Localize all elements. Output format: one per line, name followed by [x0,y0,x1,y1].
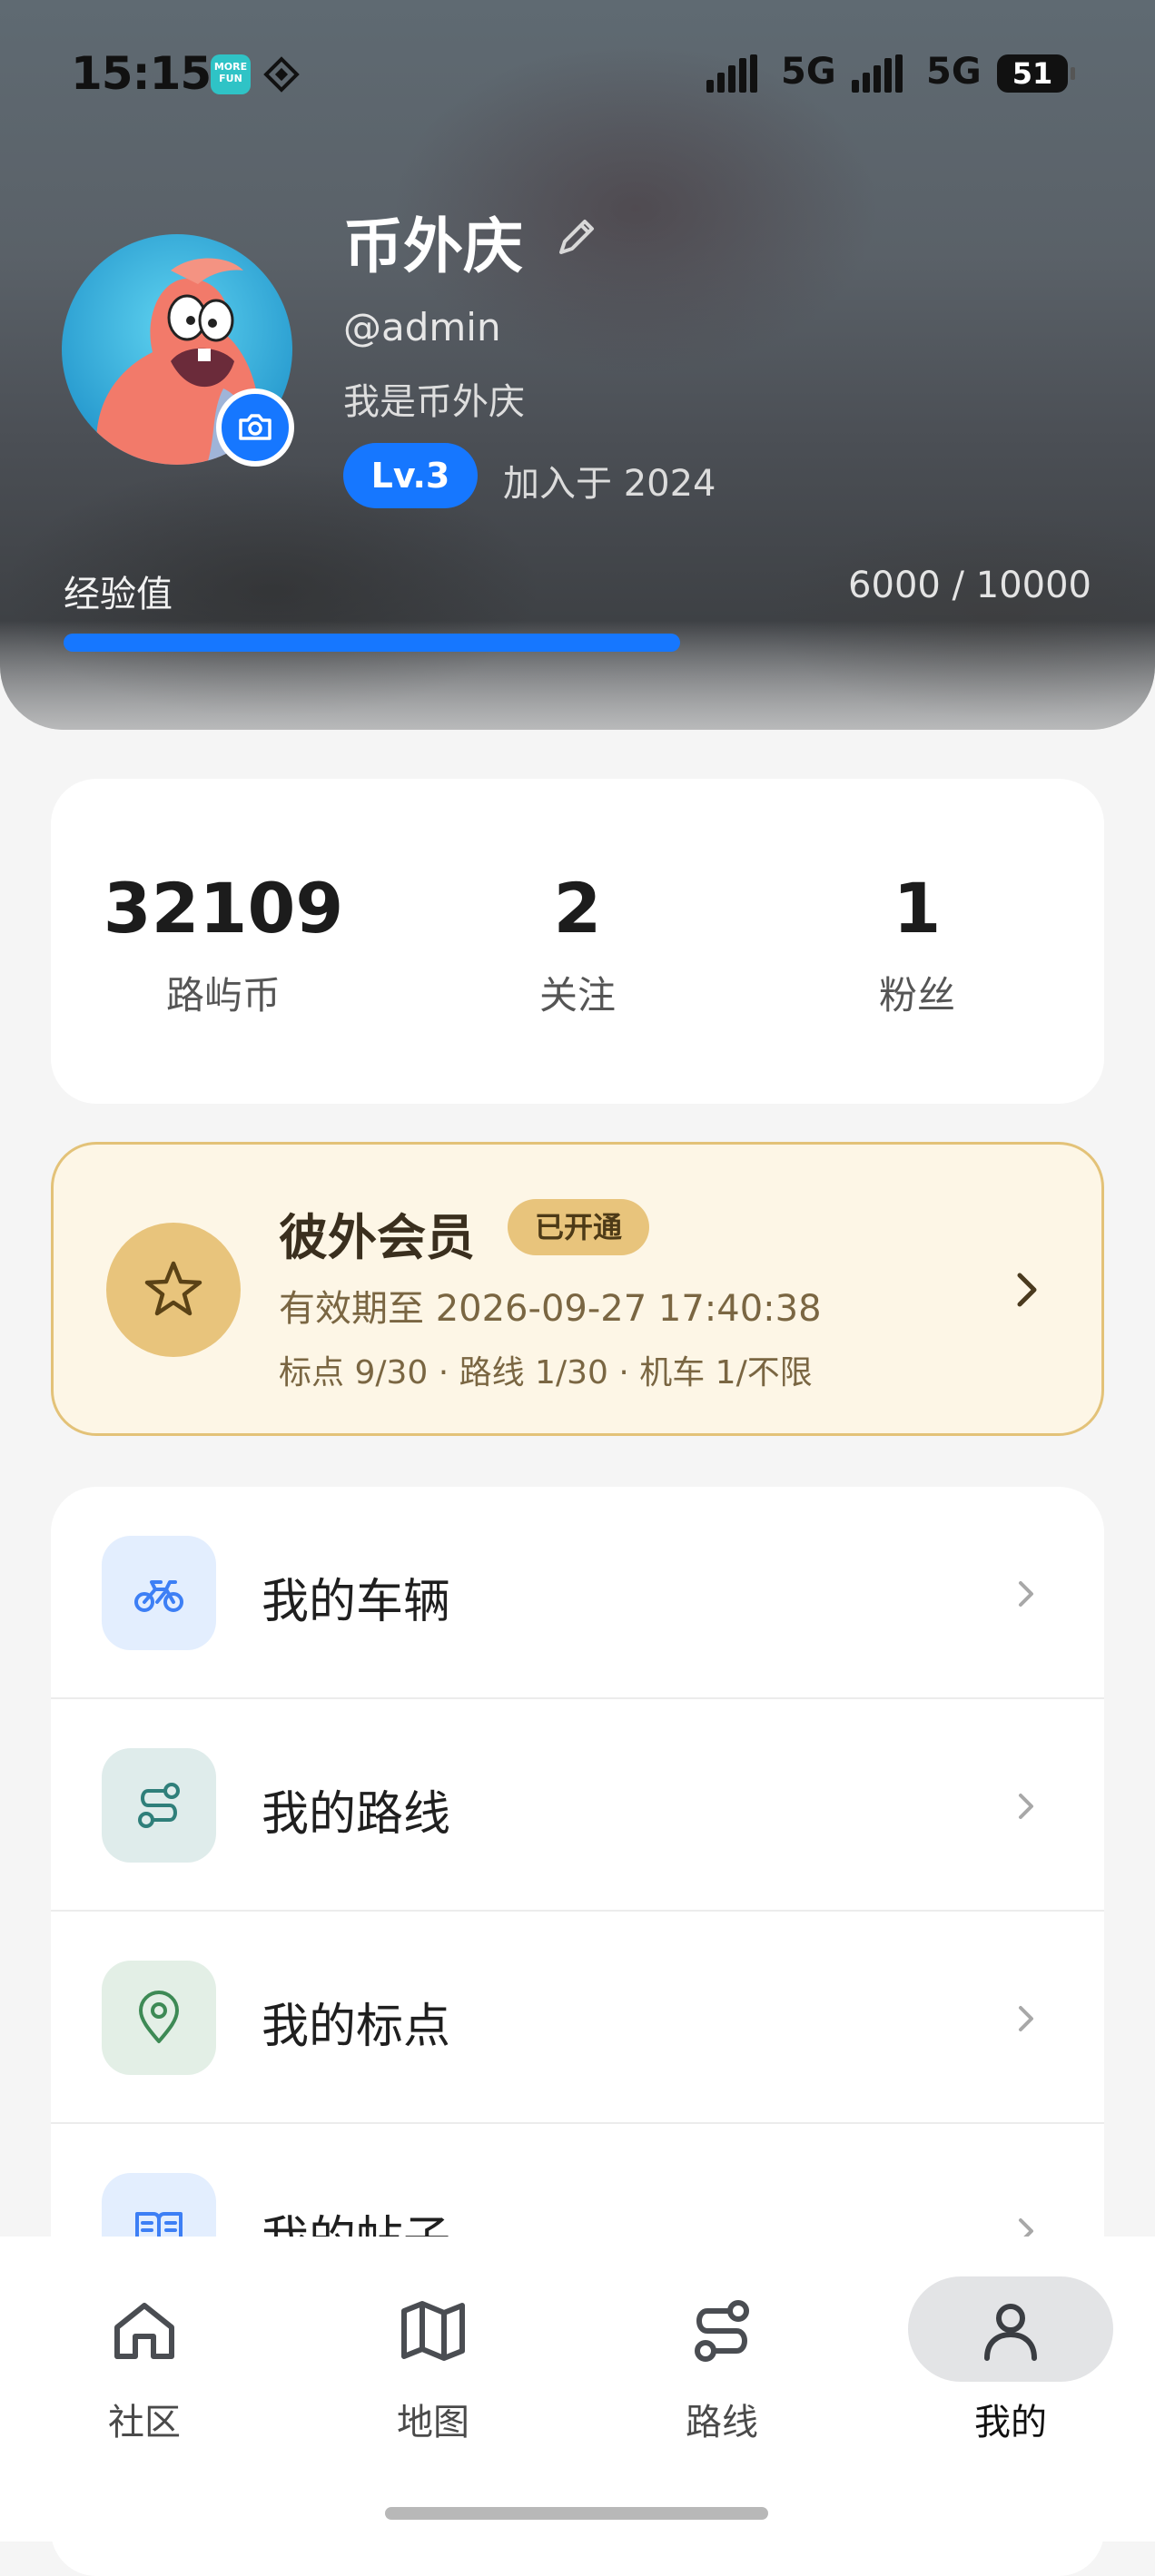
stat-value: 2 [553,868,602,949]
joined-date: 加入于 2024 [503,463,716,505]
stat-label: 路屿币 [165,973,281,1018]
stat-label: 关注 [538,973,616,1018]
battery-icon: 51 [997,54,1075,93]
tab-map[interactable]: 地图 [329,2276,538,2449]
app-notification-icon-2 [263,56,300,93]
stat-label: 粉丝 [878,973,955,1018]
stats-card: 32109 路屿币 2 关注 1 粉丝 [51,779,1104,1104]
tab-community[interactable]: 社区 [40,2276,249,2449]
signal-icon-2 [852,54,903,93]
menu-label: 我的车辆 [262,1575,451,1629]
menu-item-routes[interactable]: 我的路线 [51,1699,1104,1912]
exp-value: 6000 / 10000 [848,565,1091,606]
vip-title: 彼外会员 [279,1209,475,1266]
bottom-navigation: 社区 地图 路线 我的 [0,2237,1155,2542]
chevron-right-icon [1019,1794,1033,1819]
home-icon [114,2303,174,2359]
stat-followers[interactable]: 1 粉丝 [781,779,1053,1020]
chevron-right-icon [1017,1273,1037,1307]
stat-value: 32109 [103,868,344,949]
exp-label: 经验值 [64,574,173,615]
profile-name: 币外庆 [343,211,523,281]
person-icon [984,2304,1037,2361]
stat-coins[interactable]: 32109 路屿币 [51,779,396,1020]
map-icon [401,2301,465,2361]
profile-handle: @admin [343,305,501,349]
menu-item-pins[interactable]: 我的标点 [51,1912,1104,2124]
menu-label: 我的路线 [262,1787,451,1842]
location-pin-icon [139,1991,179,2043]
menu-icon-bg [102,1961,216,2075]
vip-expiry: 有效期至 2026-09-27 17:40:38 [279,1288,822,1330]
tab-label: 社区 [108,2402,181,2443]
change-avatar-button[interactable] [216,388,294,467]
stat-value: 1 [893,868,942,949]
motorcycle-icon [134,1580,183,1612]
status-bar: 15:15 MORE FUN 5G 5G 51 [0,0,1155,145]
vip-quota: 标点 9/30 · 路线 1/30 · 机车 1/不限 [279,1354,813,1391]
tab-routes[interactable]: 路线 [617,2276,826,2449]
chevron-right-icon [1019,1581,1033,1607]
exp-progress-fill [64,634,681,652]
camera-icon [239,414,271,440]
tab-label: 我的 [974,2402,1047,2443]
home-indicator[interactable] [385,2507,768,2520]
stat-following[interactable]: 2 关注 [441,779,714,1020]
app-notification-icon: MORE FUN [211,54,251,94]
route-icon [138,1783,180,1828]
tab-me[interactable]: 我的 [906,2276,1115,2449]
chevron-right-icon [1019,2006,1033,2031]
profile-bio: 我是币外庆 [343,381,525,423]
vip-status-badge: 已开通 [508,1199,649,1255]
network-type-1: 5G [781,51,836,93]
menu-icon-bg [102,1536,216,1650]
exp-progress-bar [64,634,1091,652]
level-badge: Lv.3 [343,443,478,508]
edit-profile-icon[interactable] [550,211,603,263]
network-type-2: 5G [926,51,982,93]
signal-icon [706,54,757,93]
route-icon [695,2300,749,2362]
tab-label: 地图 [397,2402,469,2443]
star-icon [144,1261,202,1316]
menu-icon-bg [102,1748,216,1863]
vip-membership-card[interactable]: 彼外会员 已开通 有效期至 2026-09-27 17:40:38 标点 9/3… [51,1142,1104,1436]
menu-item-vehicles[interactable]: 我的车辆 [51,1487,1104,1699]
status-time: 15:15 [71,47,212,100]
tab-label: 路线 [686,2402,758,2443]
menu-label: 我的标点 [262,2000,451,2054]
vip-star-badge [106,1223,241,1357]
